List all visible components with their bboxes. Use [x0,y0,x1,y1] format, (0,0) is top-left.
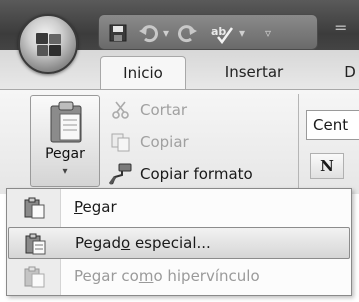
redo-icon[interactable] [175,21,201,45]
paste-button[interactable]: Pegar ▾ [30,95,100,187]
quick-access-toolbar: ▾ ab ▾ ▿ [98,14,318,50]
title-separator: = [334,18,348,37]
spelling-icon[interactable]: ab [209,21,235,45]
save-icon[interactable] [105,21,131,45]
svg-text:ab: ab [211,25,226,38]
menu-item-pegar-hipervinculo[interactable]: Pegar como hipervínculo [8,261,350,293]
copy-icon [108,131,134,153]
tab-insertar[interactable]: Insertar [208,56,300,90]
cut-label: Cortar [140,101,188,119]
menu-item-pegado-especial[interactable]: Pegado especial... [8,227,350,259]
tab-diseno[interactable]: D [340,56,359,90]
copy-label: Copiar [140,133,189,151]
group-divider [298,94,299,190]
customize-qat-icon[interactable]: ▿ [261,21,275,45]
format-painter-button[interactable]: Copiar formato [108,160,253,188]
font-name-field[interactable]: Cent [306,110,359,140]
paste-hyperlink-icon [24,266,45,288]
copy-button[interactable]: Copiar [108,128,189,156]
menu-item-label: Pegar [74,198,117,216]
scissors-icon [108,99,134,121]
ribbon: Pegar ▾ Cortar Copiar Copiar formato Cen… [0,89,359,194]
format-painter-label: Copiar formato [140,165,253,183]
office-button[interactable] [18,14,78,74]
paste-dropdown-arrow[interactable]: ▾ [31,166,99,177]
paste-special-icon [25,233,46,255]
menu-item-label: Pegado especial... [75,234,211,252]
brush-icon [108,163,134,185]
tab-inicio[interactable]: Inicio [100,56,186,90]
menu-item-pegar[interactable]: Pegar [8,192,350,224]
bold-button[interactable]: N [310,153,344,179]
undo-icon[interactable] [135,21,161,45]
paste-menu: Pegar Pegado especial... Pegar como hipe… [6,188,352,296]
paste-icon [24,197,45,219]
paste-label: Pegar [45,146,85,162]
spelling-dropdown-icon[interactable]: ▾ [235,21,249,45]
clipboard-icon [50,101,82,143]
menu-item-label: Pegar como hipervínculo [74,267,260,285]
cut-button[interactable]: Cortar [108,96,187,124]
undo-dropdown-icon[interactable]: ▾ [159,21,173,45]
office-logo-icon [36,33,61,56]
